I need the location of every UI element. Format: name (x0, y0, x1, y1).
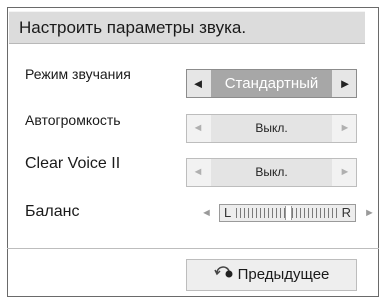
balance-left-label: L (224, 205, 232, 220)
balance-label: Баланс (25, 203, 80, 220)
auto-volume-value: Выкл. (211, 115, 332, 142)
balance-left-arrow-icon[interactable]: ◄ (201, 207, 212, 219)
balance-right-arrow-icon[interactable]: ► (364, 207, 375, 219)
sound-mode-selector[interactable]: ◄ Стандартный ► (186, 69, 357, 98)
balance-right-label: R (341, 205, 351, 220)
auto-volume-label: Автогромкость (25, 112, 121, 128)
right-arrow-icon[interactable]: ► (334, 159, 356, 186)
clear-voice-value: Выкл. (211, 159, 332, 186)
clear-voice-label: Clear Voice II (25, 155, 121, 172)
left-arrow-icon[interactable]: ◄ (187, 70, 209, 97)
previous-button-label: Предыдущее (237, 266, 330, 283)
sound-mode-value: Стандартный (211, 70, 332, 97)
right-arrow-icon[interactable]: ► (334, 70, 356, 97)
sound-mode-label: Режим звучания (25, 66, 131, 82)
right-arrow-icon[interactable]: ► (334, 115, 356, 142)
left-arrow-icon[interactable]: ◄ (187, 115, 209, 142)
panel-title: Настроить параметры звука. (9, 11, 365, 44)
balance-slider[interactable]: L R (219, 204, 356, 222)
left-arrow-icon[interactable]: ◄ (187, 159, 209, 186)
divider (7, 248, 379, 249)
auto-volume-selector[interactable]: ◄ Выкл. ► (186, 114, 357, 143)
balance-marker[interactable] (284, 206, 292, 220)
return-arrow-icon (213, 260, 234, 290)
sound-settings-panel (7, 7, 379, 297)
clear-voice-selector[interactable]: ◄ Выкл. ► (186, 158, 357, 187)
previous-button[interactable]: Предыдущее (186, 259, 357, 291)
